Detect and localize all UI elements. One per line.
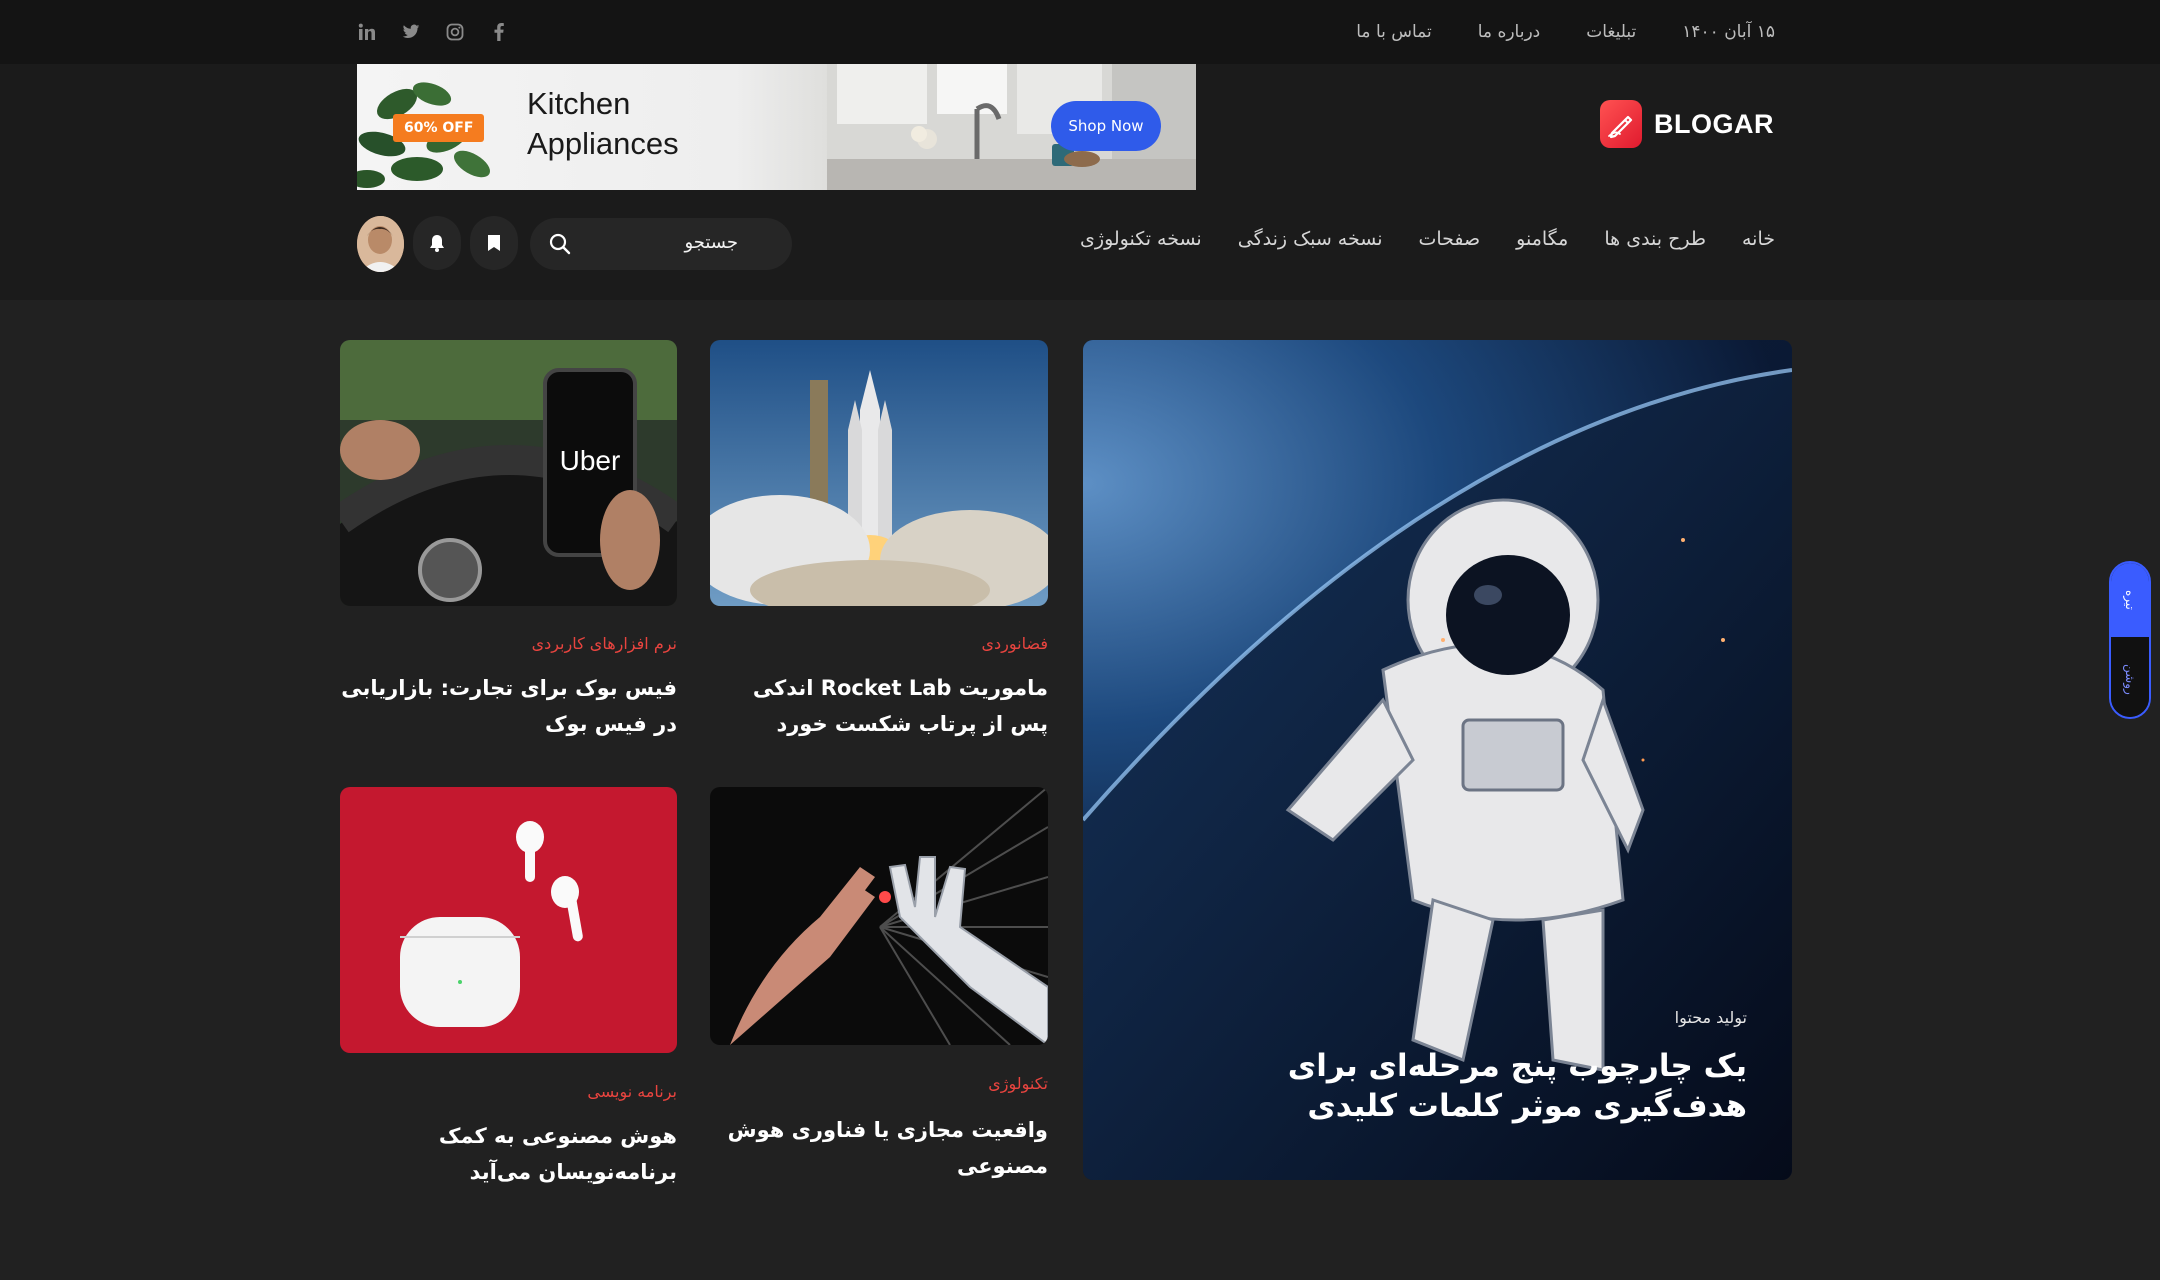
offer-badge: 60% OFF [393,114,485,142]
social-links [357,0,509,64]
post-category[interactable]: نرم افزارهای کاربردی [532,634,677,653]
nav-item-megamenu[interactable]: مگامنو [1516,228,1568,250]
banner-title: Kitchen Appliances [527,84,679,164]
nav-item-layouts[interactable]: طرح بندی ها [1604,228,1706,250]
theme-dark-option[interactable]: تیره [2111,563,2149,637]
avatar[interactable] [357,216,404,272]
search-icon[interactable] [548,232,572,256]
post-category[interactable]: فضانوردی [982,634,1049,653]
post-title[interactable]: ماموریت Rocket Lab اندکی پس از پرتاب شکس… [710,670,1048,742]
nav-item-pages[interactable]: صفحات [1418,228,1480,250]
theme-light-option[interactable]: روشن [2111,637,2149,717]
pen-logo-icon [1600,100,1642,148]
nav-item-tech[interactable]: نسخه تکنولوژی [1080,228,1202,250]
linkedin-icon[interactable] [357,22,377,42]
notification-button[interactable] [413,216,461,270]
nav-item-home[interactable]: خانه [1742,228,1775,250]
facebook-icon[interactable] [489,22,509,42]
featured-title[interactable]: یک چارچوب پنج مرحله‌ای برای هدف‌گیری موث… [1167,1046,1747,1126]
search-box[interactable]: جستجو [530,218,792,270]
bell-icon [430,235,444,252]
post-title[interactable]: فیس بوک برای تجارت: بازاریابی در فیس بوک [340,670,677,742]
date-label: ۱۵ آبان ۱۴۰۰ [1682,22,1775,42]
bookmark-button[interactable] [470,216,518,270]
rocket-launch-image [710,340,1048,606]
main-nav: خانه طرح بندی ها مگامنو صفحات نسخه سبک ز… [1080,228,1775,250]
post-category[interactable]: تکنولوژی [988,1074,1048,1093]
instagram-icon[interactable] [445,22,465,42]
theme-dark-label: تیره [2123,590,2137,610]
post-image-airpods[interactable] [340,787,677,1053]
logo-text: BLOGAR [1654,108,1774,139]
bookmark-icon [488,235,500,251]
search-input[interactable]: جستجو [684,232,738,253]
top-link-contact[interactable]: تماس با ما [1356,22,1432,42]
top-link-ads[interactable]: تبلیغات [1586,22,1636,42]
uber-phone-image: Uber [340,340,677,606]
featured-post[interactable]: تولید محتوا یک چارچوب پنج مرحله‌ای برای … [1083,340,1792,1180]
theme-light-label: روشن [2123,663,2137,695]
top-link-about[interactable]: درباره ما [1478,22,1541,42]
banner-title-line1: Kitchen [527,86,631,121]
nav-item-lifestyle[interactable]: نسخه سبک زندگی [1238,228,1383,250]
top-bar: ۱۵ آبان ۱۴۰۰ تبلیغات درباره ما تماس با م… [0,0,2160,64]
post-image-rocket[interactable] [710,340,1048,606]
banner-title-line2: Appliances [527,126,679,161]
theme-toggle[interactable]: تیره روشن [2109,561,2151,719]
user-photo [357,216,404,272]
post-image-uber[interactable]: Uber [340,340,677,606]
post-image-ai[interactable] [710,787,1048,1045]
site-logo[interactable]: BLOGAR [1600,100,1774,148]
svg-text:Uber: Uber [560,445,621,476]
post-title[interactable]: واقعیت مجازی یا فناوری هوش مصنوعی [710,1112,1048,1184]
post-category[interactable]: برنامه نویسی [587,1082,677,1101]
ad-banner[interactable]: 60% OFF Kitchen Appliances Shop Now [357,64,1196,190]
post-title[interactable]: هوش مصنوعی به کمک برنامه‌نویسان می‌آید [317,1118,677,1190]
twitter-icon[interactable] [401,22,421,42]
airpods-image [340,787,677,1053]
featured-category[interactable]: تولید محتوا [1675,1008,1747,1027]
top-nav: ۱۵ آبان ۱۴۰۰ تبلیغات درباره ما تماس با م… [1356,0,1775,64]
shop-now-button[interactable]: Shop Now [1051,101,1161,151]
robot-hand-image [710,787,1048,1045]
